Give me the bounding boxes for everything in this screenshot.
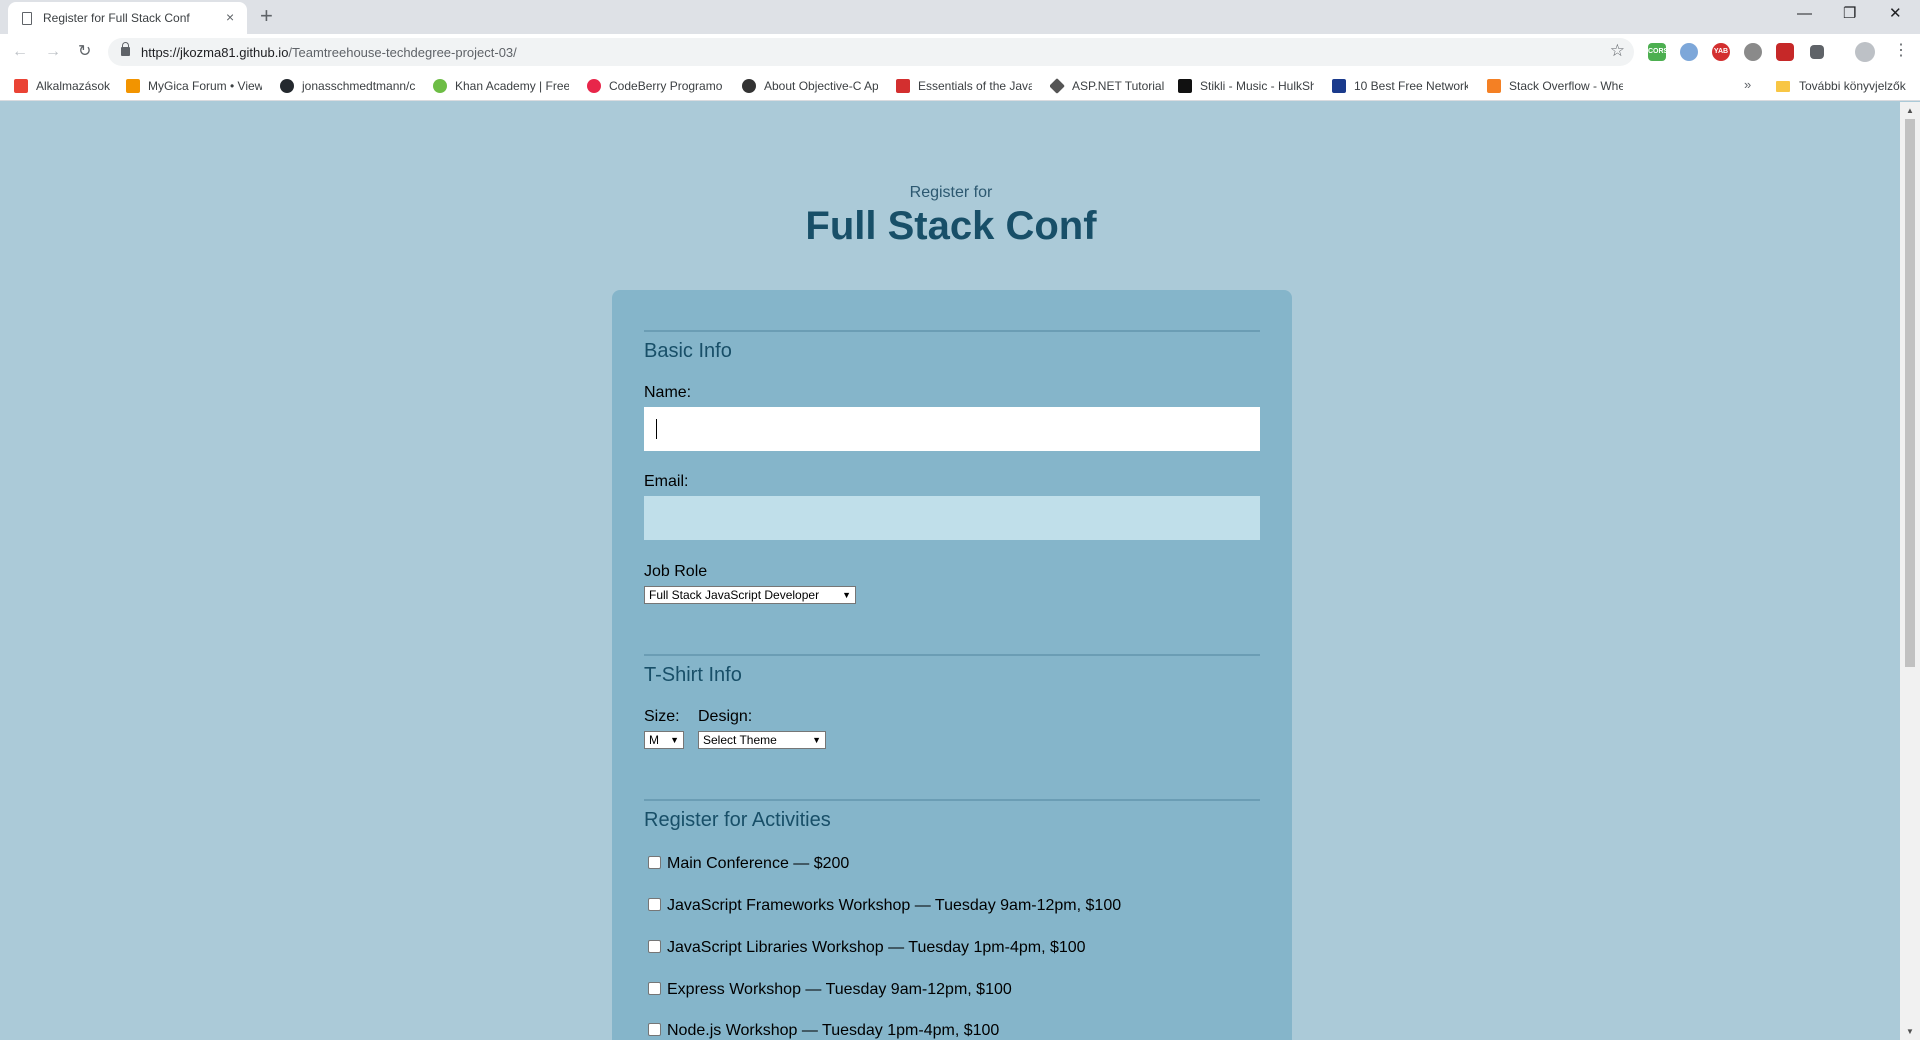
bookmark-item[interactable]: Khan Academy | Free (433, 77, 569, 95)
new-tab-icon[interactable]: + (260, 4, 273, 28)
activity-checkbox[interactable] (648, 855, 661, 869)
scroll-up-icon[interactable]: ▲ (1906, 106, 1914, 115)
codeberry-icon (587, 79, 601, 93)
extension-icon[interactable] (1744, 43, 1762, 61)
eyedropper-extension-icon[interactable] (1810, 45, 1824, 59)
job-role-label: Job Role (644, 563, 708, 580)
bookmark-star-icon[interactable]: ☆ (1610, 41, 1625, 61)
extension-icon[interactable] (1680, 43, 1698, 61)
bookmarks-bar: Alkalmazások MyGica Forum • View jonassc… (0, 70, 1920, 101)
url-host: https://jkozma81.github.io (141, 45, 289, 60)
vertical-scrollbar[interactable]: ▲ ▼ (1900, 102, 1920, 1040)
cors-extension-icon[interactable]: CORS (1648, 43, 1668, 61)
bookmark-item[interactable]: Essentials of the Java (896, 77, 1032, 95)
dropdown-arrow-icon: ▼ (812, 735, 821, 745)
activity-checkbox[interactable] (648, 939, 661, 953)
profile-avatar-icon[interactable] (1855, 42, 1875, 62)
back-icon[interactable]: ← (12, 42, 28, 62)
mygica-icon (126, 79, 140, 93)
email-label: Email: (644, 473, 689, 490)
browser-tab[interactable]: Register for Full Stack Conf × (8, 2, 247, 34)
name-field[interactable] (644, 407, 1260, 451)
activity-item[interactable]: Node.js Workshop — Tuesday 1pm-4pm, $100 (644, 1020, 999, 1040)
job-role-selected: Full Stack JavaScript Developer (649, 588, 820, 602)
more-bookmarks-icon[interactable]: » (1744, 77, 1751, 92)
bookmark-item[interactable]: MyGica Forum • View (126, 77, 262, 95)
design-selected: Select Theme (703, 733, 777, 747)
job-role-select[interactable]: Full Stack JavaScript Developer ▼ (644, 586, 856, 604)
activity-item[interactable]: Express Workshop — Tuesday 9am-12pm, $10… (644, 979, 1012, 1001)
activity-label: Node.js Workshop — Tuesday 1pm-4pm, $100 (667, 1022, 1000, 1039)
khan-academy-icon (433, 79, 447, 93)
minimize-icon[interactable]: — (1797, 4, 1812, 24)
page-icon (22, 12, 32, 25)
activity-label: JavaScript Libraries Workshop — Tuesday … (667, 939, 1086, 956)
scroll-thumb[interactable] (1905, 119, 1915, 667)
bookmark-item[interactable]: 10 Best Free Network (1332, 77, 1468, 95)
size-label: Size: (644, 708, 680, 725)
activity-item[interactable]: JavaScript Frameworks Workshop — Tuesday… (644, 895, 1121, 917)
aspnet-icon (1050, 78, 1065, 94)
activity-checkbox[interactable] (648, 981, 661, 995)
tshirt-info-legend: T-Shirt Info (644, 664, 742, 686)
page-viewport: Register for Full Stack Conf Basic Info … (0, 102, 1900, 1040)
apple-icon (742, 79, 756, 93)
page-title: Full Stack Conf (805, 204, 1097, 248)
activities-legend: Register for Activities (644, 809, 831, 831)
reload-icon[interactable]: ↻ (78, 42, 91, 62)
other-bookmarks[interactable]: További könyvjelzők (1776, 77, 1912, 95)
yab-extension-icon[interactable]: YAB (1712, 43, 1730, 61)
activity-label: JavaScript Frameworks Workshop — Tuesday… (667, 897, 1122, 914)
url-path: /Teamtreehouse-techdegree-project-03/ (288, 45, 517, 60)
bookmark-item[interactable]: jonasschmedtmann/c (280, 77, 416, 95)
browser-toolbar: ← → ↻ https://jkozma81.github.io/Teamtre… (0, 34, 1920, 70)
lock-icon (121, 42, 130, 56)
section-divider (644, 799, 1260, 801)
dropdown-arrow-icon: ▼ (670, 735, 679, 745)
activity-label: Express Workshop — Tuesday 9am-12pm, $10… (667, 981, 1012, 998)
tab-title: Register for Full Stack Conf (43, 11, 190, 25)
bookmark-item[interactable]: CodeBerry Programo (587, 77, 723, 95)
browser-titlebar: Register for Full Stack Conf × + — ❐ ✕ (0, 0, 1920, 34)
pre-title: Register for (909, 184, 993, 201)
bookmark-item[interactable]: Stikli - Music - HulkSh (1178, 77, 1314, 95)
dropdown-arrow-icon: ▼ (842, 590, 851, 600)
size-selected: M (649, 733, 659, 747)
bookmark-apps[interactable]: Alkalmazások (14, 77, 114, 95)
name-label: Name: (644, 384, 692, 401)
activity-label: Main Conference — $200 (667, 855, 850, 872)
design-label: Design: (698, 708, 753, 725)
oracle-icon (896, 79, 910, 93)
github-icon (280, 79, 294, 93)
close-tab-icon[interactable]: × (226, 9, 234, 25)
apps-grid-icon (14, 79, 28, 93)
bookmark-item[interactable]: ASP.NET Tutorial (1050, 77, 1186, 95)
close-window-icon[interactable]: ✕ (1889, 4, 1902, 24)
stack-overflow-icon (1487, 79, 1501, 93)
bookmark-item[interactable]: About Objective-C Ap (742, 77, 878, 95)
forward-icon[interactable]: → (45, 42, 61, 62)
extension-icon[interactable] (1776, 43, 1794, 61)
text-caret (656, 419, 657, 439)
stikli-icon (1178, 79, 1192, 93)
email-field[interactable] (644, 496, 1260, 540)
activity-checkbox[interactable] (648, 1022, 661, 1036)
restore-icon[interactable]: ❐ (1843, 4, 1856, 24)
bookmark-item[interactable]: Stack Overflow - Whe (1487, 77, 1623, 95)
scroll-down-icon[interactable]: ▼ (1906, 1027, 1914, 1036)
menu-dots-icon[interactable]: ⋮ (1893, 41, 1909, 61)
section-divider (644, 330, 1260, 332)
design-select[interactable]: Select Theme ▼ (698, 731, 826, 749)
registration-form: Basic Info Name: Email: Job Role Full St… (612, 290, 1292, 1040)
folder-icon (1776, 80, 1790, 92)
address-bar[interactable]: https://jkozma81.github.io/Teamtreehouse… (108, 38, 1634, 66)
activity-checkbox[interactable] (648, 897, 661, 911)
url-text: https://jkozma81.github.io/Teamtreehouse… (141, 45, 517, 60)
basic-info-legend: Basic Info (644, 340, 732, 362)
network-icon (1332, 79, 1346, 93)
activity-item[interactable]: Main Conference — $200 (644, 853, 849, 875)
activity-item[interactable]: JavaScript Libraries Workshop — Tuesday … (644, 937, 1086, 959)
size-select[interactable]: M ▼ (644, 731, 684, 749)
section-divider (644, 654, 1260, 656)
